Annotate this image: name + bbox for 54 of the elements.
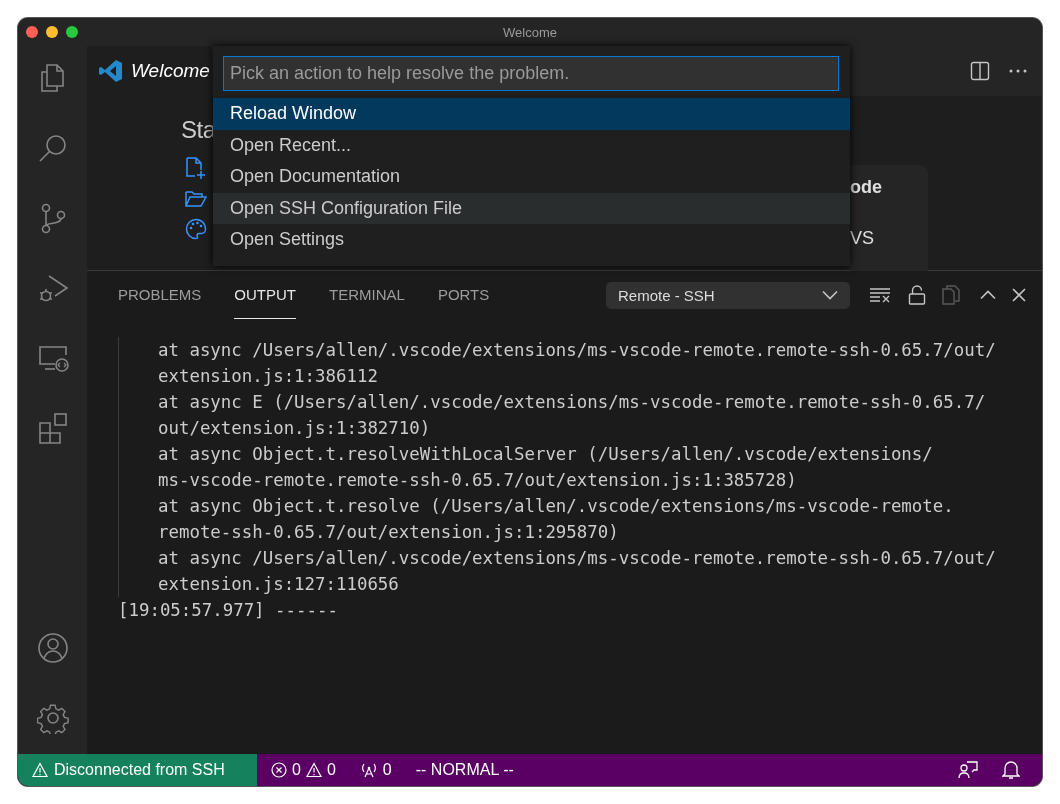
folder-icon[interactable] [185, 190, 207, 208]
extensions-icon[interactable] [36, 412, 69, 444]
antenna-icon [359, 762, 378, 778]
more-actions-icon[interactable] [1008, 68, 1028, 74]
zoom-window-button[interactable] [66, 26, 78, 38]
card-text: VS [850, 228, 875, 249]
feedback-icon[interactable] [958, 760, 978, 780]
panel-tab[interactable]: OUTPUT [234, 271, 297, 319]
card-title: ode [850, 177, 883, 198]
output-line: at async Object.t.resolve (/Users/allen/.vscode/extensions/ms-vscode-remote. [157, 495, 955, 518]
ports-status-button[interactable]: 0 [359, 761, 392, 779]
warning-count: 0 [326, 761, 336, 779]
unlock-icon[interactable] [908, 285, 926, 305]
app-logo-icon [99, 59, 123, 83]
quick-pick-item[interactable]: Open SSH Configuration File [213, 192, 850, 224]
quick-pick-item[interactable]: Open Recent... [213, 129, 850, 161]
panel-tab[interactable]: PROBLEMS [118, 271, 202, 319]
output-line: at async Object.t.resolveWithLocalServer (/Users/allen/.vscode/extensions/ [157, 443, 934, 466]
editor-tab[interactable]: Welcome [87, 46, 211, 96]
window-title: Welcome [503, 24, 557, 40]
input-field[interactable]: Pick an action to help resolve the problem. [223, 56, 839, 91]
split-editor-icon[interactable] [970, 61, 990, 81]
palette-icon[interactable] [185, 218, 207, 240]
close-window-button[interactable] [26, 26, 38, 38]
new-file-icon[interactable] [185, 156, 207, 180]
settings-icon[interactable] [36, 702, 69, 734]
problems-status-button[interactable]: 0 0 [271, 761, 336, 779]
remote-status-button[interactable]: Disconnected from SSH [18, 754, 257, 786]
output-line: at async E (/Users/allen/.vscode/extensions/ms-vscode-remote.remote-ssh-0.65.7/ [157, 391, 987, 414]
output-line: remote-ssh-0.65.7/out/extension.js:1:295870) [157, 521, 620, 544]
panel-tab[interactable]: TERMINAL [329, 271, 405, 319]
chevron-up-icon[interactable] [980, 290, 996, 300]
output-line: at async /Users/allen/.vscode/extensions/ms-vscode-remote.remote-ssh-0.65.7/out/ [157, 547, 997, 570]
panel-tab[interactable]: PORTS [437, 271, 490, 319]
output-channel-dropdown[interactable]: Remote - SSH [606, 281, 850, 309]
output-line: out/extension.js:1:382710) [157, 417, 432, 440]
error-count: 0 [292, 761, 301, 779]
warning-icon [305, 762, 322, 778]
error-icon [271, 762, 287, 778]
vim-mode-status: -- NORMAL -- [415, 761, 514, 779]
clear-output-icon[interactable] [870, 287, 892, 303]
warning-icon [32, 762, 48, 778]
close-icon[interactable] [1012, 288, 1026, 302]
chevron-down-icon [822, 290, 838, 300]
notifications-bell-icon[interactable] [1002, 760, 1020, 780]
output-line: extension.js:127:110656 [157, 573, 400, 596]
output-line: ms-vscode-remote.remote-ssh-0.65.7/out/extension.js:1:385728) [157, 469, 798, 492]
output-line: at async /Users/allen/.vscode/extensions/ms-vscode-remote.remote-ssh-0.65.7/out/ [157, 339, 997, 362]
minimize-window-button[interactable] [46, 26, 58, 38]
quick-pick-item[interactable]: Open Settings [213, 224, 850, 256]
output-line: extension.js:1:386112 [157, 365, 379, 388]
quick-pick-item[interactable]: Reload Window [213, 98, 850, 130]
quick-pick-item[interactable]: Open Documentation [213, 161, 850, 193]
account-icon[interactable] [36, 632, 69, 664]
